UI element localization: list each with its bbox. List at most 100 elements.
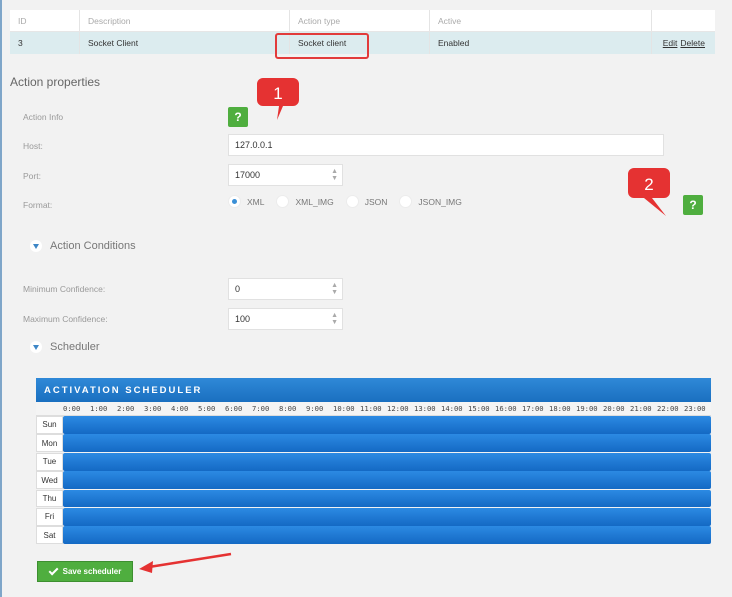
min-confidence-value: 0 xyxy=(235,284,241,294)
check-icon xyxy=(48,565,59,575)
host-input[interactable]: 127.0.0.1 xyxy=(228,134,664,156)
hour-label: 15:00 xyxy=(468,404,490,413)
format-option-json-img[interactable]: JSON_IMG xyxy=(399,195,462,208)
cell-actions: Edit Delete xyxy=(652,32,715,54)
radio-icon xyxy=(399,195,413,208)
format-radio-group: XML XML_IMG JSON JSON_IMG xyxy=(228,195,470,208)
hour-label: 21:00 xyxy=(630,404,652,413)
day-schedule-bar[interactable] xyxy=(63,489,711,508)
scheduler-header: ACTIVATION SCHEDULER xyxy=(36,378,711,402)
edit-link[interactable]: Edit xyxy=(663,38,678,48)
save-scheduler-button[interactable]: Save scheduler xyxy=(37,561,133,582)
action-type-highlight xyxy=(275,33,369,59)
collapse-triangle-icon xyxy=(30,341,42,353)
format-label: Format: xyxy=(23,200,53,210)
port-input[interactable]: 17000 ▲ ▼ xyxy=(228,164,343,186)
save-scheduler-label: Save scheduler xyxy=(62,567,122,576)
max-confidence-input[interactable]: 100 ▲ ▼ xyxy=(228,308,343,330)
header-actions xyxy=(652,10,715,31)
hour-label: 17:00 xyxy=(522,404,544,413)
scheduler-title: Scheduler xyxy=(50,341,100,353)
callout-1-marker: 1 xyxy=(257,78,299,120)
format-option-json[interactable]: JSON xyxy=(345,195,387,208)
max-confidence-value: 100 xyxy=(235,314,251,324)
scheduler-day-row: Fri xyxy=(36,507,711,526)
radio-icon xyxy=(345,195,359,208)
action-info-help-button[interactable]: ? xyxy=(228,107,248,127)
day-schedule-bar[interactable] xyxy=(63,526,711,545)
hour-label: 10:00 xyxy=(333,404,355,413)
port-stepper[interactable]: ▲ ▼ xyxy=(331,168,338,182)
hour-label: 20:00 xyxy=(603,404,625,413)
hour-label: 9:00 xyxy=(306,404,324,413)
port-label: Port: xyxy=(23,171,41,181)
max-confidence-label: Maximum Confidence: xyxy=(23,314,108,324)
cell-description: Socket Client xyxy=(80,32,290,54)
scheduler-day-row: Thu xyxy=(36,489,711,508)
hour-label: 0:00 xyxy=(63,404,81,413)
hour-label: 12:00 xyxy=(387,404,409,413)
hour-label: 18:00 xyxy=(549,404,571,413)
scheduler-day-row: Sun xyxy=(36,416,711,434)
day-label: Mon xyxy=(36,434,63,453)
day-schedule-bar[interactable] xyxy=(63,416,711,434)
activation-scheduler: ACTIVATION SCHEDULER 0:00 1:00 2:00 3:00… xyxy=(36,378,711,545)
host-label: Host: xyxy=(23,141,43,151)
day-schedule-bar[interactable] xyxy=(63,452,711,471)
action-info-label: Action Info xyxy=(23,112,64,122)
radio-icon xyxy=(276,195,290,208)
scheduler-day-row: Sat xyxy=(36,526,711,545)
day-schedule-bar[interactable] xyxy=(63,471,711,489)
callout-2-marker: 2 xyxy=(628,168,670,216)
min-confidence-label: Minimum Confidence: xyxy=(23,284,106,294)
scheduler-toggle[interactable]: Scheduler xyxy=(30,341,100,353)
header-id: ID xyxy=(10,10,80,31)
day-label: Sun xyxy=(36,416,63,434)
scheduler-day-row: Tue xyxy=(36,452,711,471)
header-description: Description xyxy=(80,10,290,31)
day-schedule-bar[interactable] xyxy=(63,507,711,526)
hour-label: 23:00 xyxy=(684,404,706,413)
hour-label: 13:00 xyxy=(414,404,436,413)
day-label: Fri xyxy=(36,507,63,526)
format-option-label: XML xyxy=(247,196,265,207)
hour-label: 8:00 xyxy=(279,404,297,413)
hour-label: 22:00 xyxy=(657,404,679,413)
host-value: 127.0.0.1 xyxy=(235,140,273,150)
format-option-label: XML_IMG xyxy=(295,196,334,207)
hour-label: 5:00 xyxy=(198,404,216,413)
scheduler-day-row: Mon xyxy=(36,434,711,453)
format-help-button[interactable]: ? xyxy=(683,195,703,215)
scheduler-hours-row: 0:00 1:00 2:00 3:00 4:00 5:00 6:00 7:00 … xyxy=(36,402,711,416)
action-properties-title: Action properties xyxy=(10,75,101,89)
min-confidence-stepper[interactable]: ▲ ▼ xyxy=(331,282,338,296)
hour-label: 6:00 xyxy=(225,404,243,413)
action-conditions-toggle[interactable]: Action Conditions xyxy=(30,240,136,252)
header-active: Active xyxy=(430,10,652,31)
callout-2-number: 2 xyxy=(644,175,653,194)
day-schedule-bar[interactable] xyxy=(63,434,711,453)
annotation-arrow-icon xyxy=(139,552,232,573)
hour-label: 14:00 xyxy=(441,404,463,413)
hour-label: 3:00 xyxy=(144,404,162,413)
hour-label: 16:00 xyxy=(495,404,517,413)
radio-icon xyxy=(228,195,241,208)
min-confidence-input[interactable]: 0 ▲ ▼ xyxy=(228,278,343,300)
delete-link[interactable]: Delete xyxy=(680,38,705,48)
hour-label: 19:00 xyxy=(576,404,598,413)
format-option-xml[interactable]: XML xyxy=(228,195,264,208)
header-action-type: Action type xyxy=(290,10,430,31)
hour-label: 4:00 xyxy=(171,404,189,413)
scheduler-day-row: Wed xyxy=(36,471,711,489)
hour-label: 7:00 xyxy=(252,404,270,413)
format-option-xml-img[interactable]: XML_IMG xyxy=(276,195,334,208)
hour-label: 11:00 xyxy=(360,404,382,413)
table-header: ID Description Action type Active xyxy=(10,10,715,32)
max-confidence-stepper[interactable]: ▲ ▼ xyxy=(331,312,338,326)
cell-id: 3 xyxy=(10,32,80,54)
action-conditions-title: Action Conditions xyxy=(50,240,136,252)
day-label: Sat xyxy=(36,526,63,545)
day-label: Tue xyxy=(36,452,63,471)
day-label: Thu xyxy=(36,489,63,508)
cell-active: Enabled xyxy=(430,32,652,54)
